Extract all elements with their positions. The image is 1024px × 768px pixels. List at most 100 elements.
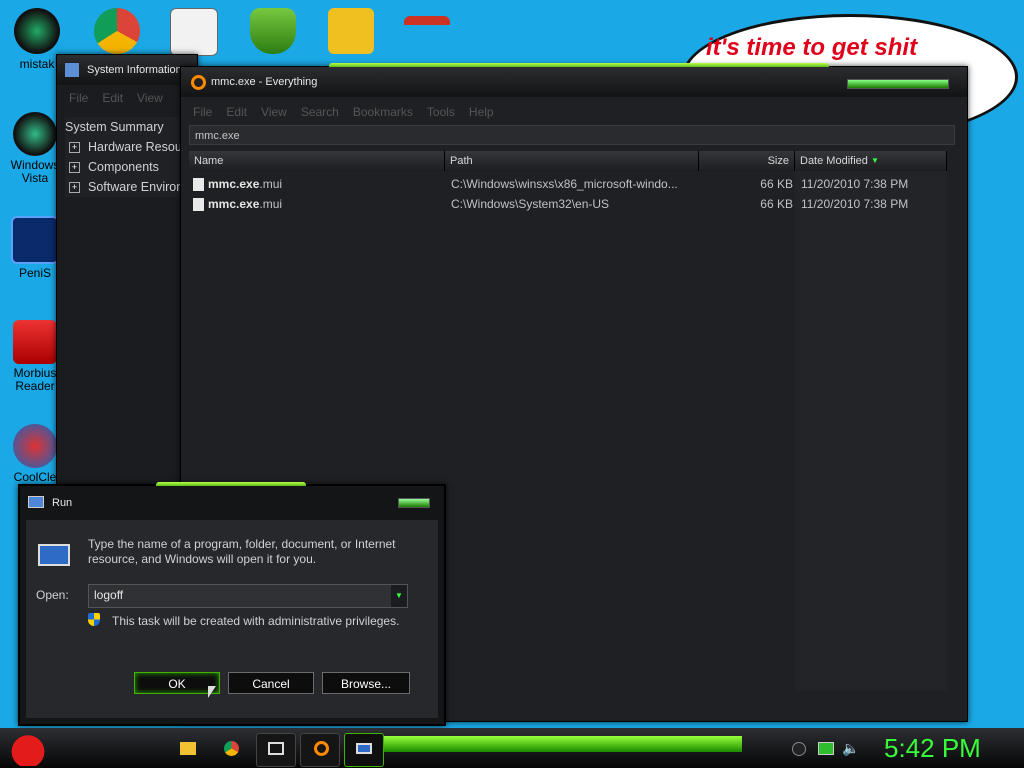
dropdown-arrow-icon[interactable]: ▼ bbox=[391, 585, 407, 607]
run-dialog[interactable]: Run Type the name of a program, folder, … bbox=[18, 482, 446, 726]
taskbar-chrome-button[interactable] bbox=[212, 733, 250, 765]
uac-shield-icon bbox=[88, 613, 100, 626]
desktop-icon-label: CoolCle bbox=[13, 470, 57, 484]
tree-item-system-summary[interactable]: System Summary bbox=[65, 117, 193, 137]
sysinfo-tree: System Summary + Hardware Resources + Comp… bbox=[65, 117, 193, 197]
tree-item-label: Software Environment bbox=[88, 180, 193, 194]
start-button[interactable] bbox=[8, 730, 48, 766]
row-name: mmc.exe.mui bbox=[193, 174, 443, 194]
everything-title: mmc.exe - Everything bbox=[211, 76, 318, 88]
column-header-date-label: Date Modified bbox=[800, 155, 868, 167]
column-header-date[interactable]: Date Modified ▼ bbox=[795, 151, 947, 171]
menu-file[interactable]: File bbox=[193, 105, 212, 119]
sysinfo-title: System Information bbox=[87, 64, 182, 76]
shield-check-icon[interactable] bbox=[250, 8, 296, 54]
photoshop-icon bbox=[11, 216, 59, 264]
row-name: mmc.exe.mui bbox=[193, 194, 443, 214]
solitaire-icon[interactable] bbox=[170, 8, 218, 56]
tree-item-label: Components bbox=[88, 160, 159, 174]
open-input[interactable]: logoff bbox=[94, 588, 123, 602]
run-app-icon bbox=[28, 496, 44, 508]
everything-titlebar[interactable]: mmc.exe - Everything bbox=[181, 67, 967, 97]
file-icon bbox=[193, 198, 204, 212]
expand-plus-icon[interactable]: + bbox=[69, 182, 80, 194]
desktop-icon-label: mistak bbox=[19, 57, 55, 71]
menu-search[interactable]: Search bbox=[301, 105, 339, 119]
tree-item-components[interactable]: + Components bbox=[65, 157, 193, 177]
magnifier-icon bbox=[191, 75, 206, 90]
taskbar-sysinfo-button[interactable] bbox=[256, 733, 296, 767]
ccleaner-icon bbox=[13, 424, 57, 468]
search-input[interactable]: mmc.exe bbox=[189, 125, 955, 145]
row-name-rest: .mui bbox=[259, 177, 283, 191]
row-path: C:\Windows\winsxs\x86_microsoft-windo... bbox=[451, 177, 678, 191]
sysinfo-titlebar[interactable]: System Information bbox=[57, 55, 197, 85]
taskbar-glow bbox=[382, 736, 742, 752]
taskbar-everything-button[interactable] bbox=[300, 733, 340, 767]
row-date: 11/20/2010 7:38 PM bbox=[801, 177, 909, 191]
tree-item-label: Hardware Resources bbox=[88, 140, 193, 154]
nvidia-icon[interactable] bbox=[14, 8, 60, 54]
column-header-size[interactable]: Size bbox=[699, 151, 795, 171]
monitor-icon bbox=[268, 742, 284, 755]
run-title: Run bbox=[52, 497, 73, 509]
desktop-icon-label: PeniS bbox=[18, 266, 52, 280]
angry-birds-pig-icon[interactable] bbox=[328, 8, 374, 54]
sysinfo-menubar: File Edit View bbox=[69, 91, 177, 105]
sysinfo-app-icon bbox=[65, 63, 79, 77]
chrome-icon[interactable] bbox=[94, 8, 140, 54]
run-large-icon bbox=[38, 544, 70, 566]
sort-arrow-icon: ▼ bbox=[870, 156, 879, 165]
menu-edit[interactable]: Edit bbox=[226, 105, 247, 119]
tree-item-software[interactable]: + Software Environment bbox=[65, 177, 193, 197]
open-combobox[interactable]: logoff ▼ bbox=[88, 584, 408, 608]
row-size: 66 KB bbox=[760, 197, 793, 211]
table-row[interactable]: mmc.exe.mui C:\Windows\winsxs\x86_micros… bbox=[189, 174, 955, 194]
menu-view[interactable]: View bbox=[261, 105, 287, 119]
date-column-background bbox=[795, 171, 947, 691]
vault-logo-icon[interactable] bbox=[404, 16, 450, 46]
run-description: Type the name of a program, folder, docu… bbox=[88, 537, 396, 566]
window-controls[interactable] bbox=[847, 79, 949, 89]
admin-note: This task will be created with administr… bbox=[112, 614, 400, 628]
row-name-rest: .mui bbox=[259, 197, 283, 211]
table-row[interactable]: mmc.exe.mui C:\Windows\System32\en-US 66… bbox=[189, 194, 955, 214]
magnifier-icon bbox=[314, 741, 329, 756]
row-path: C:\Windows\System32\en-US bbox=[451, 197, 610, 211]
tray-volume-icon[interactable]: 🔈 bbox=[842, 740, 859, 757]
expand-plus-icon[interactable]: + bbox=[69, 162, 80, 174]
row-name-match: mmc.exe bbox=[208, 177, 260, 191]
open-label: Open: bbox=[36, 588, 69, 602]
tray-chevron-icon[interactable] bbox=[792, 742, 806, 756]
sysinfo-menu-edit[interactable]: Edit bbox=[102, 91, 123, 105]
sysinfo-menu-view[interactable]: View bbox=[137, 91, 163, 105]
pdf-reader-icon bbox=[13, 320, 57, 364]
row-size: 66 KB bbox=[760, 177, 793, 191]
desktop-icon-label: Windows Vista bbox=[10, 158, 60, 185]
menu-bookmarks[interactable]: Bookmarks bbox=[353, 105, 413, 119]
everything-menubar: File Edit View Search Bookmarks Tools Help bbox=[193, 105, 508, 119]
taskbar-run-button[interactable] bbox=[344, 733, 384, 767]
recycle-bin-icon bbox=[13, 112, 57, 156]
column-header-name[interactable]: Name bbox=[189, 151, 445, 171]
menu-tools[interactable]: Tools bbox=[427, 105, 455, 119]
menu-help[interactable]: Help bbox=[469, 105, 494, 119]
speech-bubble-text: it's time to get shit bbox=[706, 34, 918, 61]
chrome-icon bbox=[224, 741, 239, 756]
expand-plus-icon[interactable]: + bbox=[69, 142, 80, 154]
taskbar-explorer-button[interactable] bbox=[168, 733, 206, 765]
desktop-icon-label: Morbius Reader bbox=[13, 366, 57, 393]
folder-icon bbox=[180, 742, 196, 755]
browse-button[interactable]: Browse... bbox=[322, 672, 410, 694]
row-date: 11/20/2010 7:38 PM bbox=[801, 197, 909, 211]
row-name-match: mmc.exe bbox=[208, 197, 260, 211]
run-titlebar[interactable]: Run bbox=[20, 486, 444, 516]
tree-item-hardware[interactable]: + Hardware Resources bbox=[65, 137, 193, 157]
sysinfo-menu-file[interactable]: File bbox=[69, 91, 88, 105]
column-header-path[interactable]: Path bbox=[445, 151, 699, 171]
taskbar-clock[interactable]: 5:42 PM bbox=[884, 733, 981, 764]
file-icon bbox=[193, 178, 204, 192]
tray-network-icon[interactable] bbox=[818, 742, 834, 755]
cancel-button[interactable]: Cancel bbox=[228, 672, 314, 694]
close-button[interactable] bbox=[398, 498, 430, 508]
